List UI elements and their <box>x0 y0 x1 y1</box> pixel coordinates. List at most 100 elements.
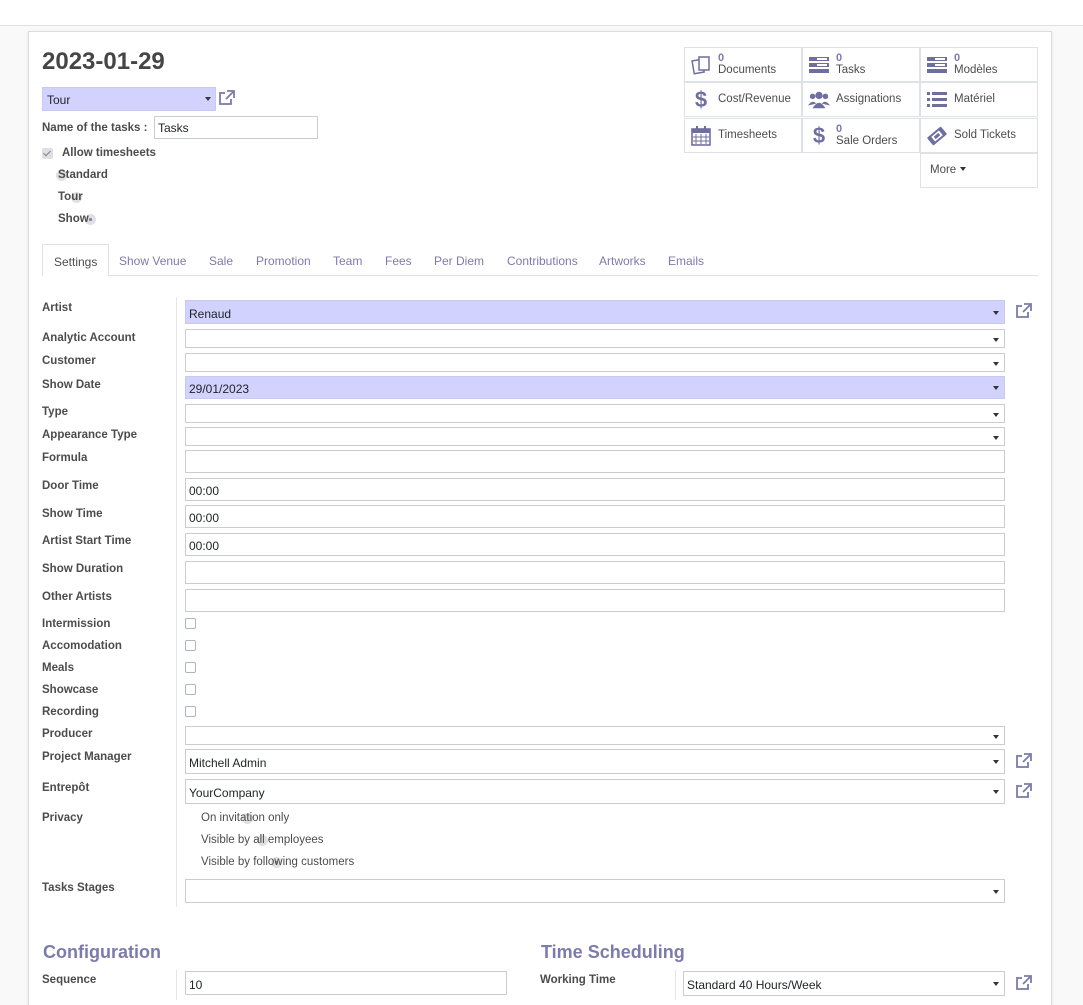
artist-value: Renaud <box>189 307 232 321</box>
tasks-stages-label: Tasks Stages <box>42 882 115 894</box>
working-time-select[interactable]: Standard 40 Hours/Week <box>683 971 1005 996</box>
door-time-label: Door Time <box>42 480 99 492</box>
more-button[interactable]: More <box>920 153 1038 188</box>
chevron-down-icon <box>993 311 999 315</box>
schedule-divider <box>675 970 676 1000</box>
artist-start-time-label: Artist Start Time <box>42 535 132 547</box>
tab-promotion[interactable]: Promotion <box>256 254 311 268</box>
modeles-button[interactable]: 0 Modèles <box>920 47 1038 82</box>
allow-timesheets-checkbox[interactable] <box>42 148 53 159</box>
external-link-icon[interactable] <box>1015 782 1033 800</box>
show-date-value: 29/01/2023 <box>189 382 250 396</box>
tasks-stages-select[interactable] <box>185 879 1005 903</box>
show-date-select[interactable]: 29/01/2023 <box>185 376 1005 399</box>
privacy-option-customers: Visible by following customers <box>201 856 355 868</box>
appearance-type-select[interactable] <box>185 427 1005 446</box>
show-time-input[interactable]: 00:00 <box>185 505 1005 528</box>
show-duration-input[interactable] <box>185 561 1005 584</box>
door-time-input[interactable]: 00:00 <box>185 478 1005 501</box>
sequence-input[interactable]: 10 <box>185 971 507 995</box>
chevron-down-icon <box>993 982 999 986</box>
project-manager-select[interactable]: Mitchell Admin <box>185 749 1005 774</box>
formula-input[interactable] <box>185 450 1005 473</box>
producer-label: Producer <box>42 728 93 740</box>
customer-select[interactable] <box>185 353 1005 372</box>
materiel-button[interactable]: Matériel <box>920 82 1038 117</box>
show-duration-label: Show Duration <box>42 563 124 575</box>
documents-count: 0 <box>718 52 725 64</box>
sold-tickets-label: Sold Tickets <box>954 129 1016 141</box>
external-link-icon[interactable] <box>1015 752 1033 770</box>
meals-checkbox[interactable] <box>185 662 196 673</box>
config-divider <box>176 970 177 1000</box>
show-time-label: Show Time <box>42 508 103 520</box>
tab-settings[interactable]: Settings <box>42 244 110 277</box>
chevron-down-icon <box>993 760 999 764</box>
tab-per-diem[interactable]: Per Diem <box>434 254 484 268</box>
tab-team[interactable]: Team <box>333 254 362 268</box>
appearance-type-label: Appearance Type <box>42 429 138 441</box>
tab-sale[interactable]: Sale <box>209 254 233 268</box>
top-bar <box>0 0 1083 26</box>
assignations-label: Assignations <box>836 93 902 105</box>
artist-select[interactable]: Renaud <box>185 300 1005 324</box>
caret-down-icon <box>960 166 967 171</box>
cost-revenue-label: Cost/Revenue <box>718 93 791 105</box>
chevron-down-icon <box>993 790 999 794</box>
tab-fees[interactable]: Fees <box>385 254 412 268</box>
entrepot-select[interactable]: YourCompany <box>185 779 1005 804</box>
tasks-icon <box>808 54 830 76</box>
modeles-icon <box>926 54 948 76</box>
type-label: Type <box>42 406 68 418</box>
type-field-select[interactable] <box>185 404 1005 423</box>
intermission-checkbox[interactable] <box>185 618 196 629</box>
allow-timesheets-label: Allow timesheets <box>62 147 156 159</box>
modeles-count: 0 <box>954 52 961 64</box>
documents-label: Documents <box>718 64 777 76</box>
type-select[interactable]: Tour <box>42 87 216 111</box>
formula-label: Formula <box>42 452 88 464</box>
sequence-label: Sequence <box>42 974 97 986</box>
documents-button[interactable]: 0 Documents <box>684 47 802 82</box>
sale-orders-button[interactable]: $ 0 Sale Orders <box>802 118 920 153</box>
showcase-checkbox[interactable] <box>185 684 196 695</box>
tab-show-venue[interactable]: Show Venue <box>119 254 186 268</box>
record-title: 2023-01-29 <box>42 48 165 75</box>
accomodation-label: Accomodation <box>42 640 122 652</box>
tab-emails[interactable]: Emails <box>668 254 704 268</box>
tab-artworks[interactable]: Artworks <box>599 254 646 268</box>
chevron-down-icon <box>993 362 999 366</box>
assignations-button[interactable]: Assignations <box>802 82 920 117</box>
external-link-icon[interactable] <box>1015 974 1033 992</box>
producer-select[interactable] <box>185 726 1005 745</box>
tasks-button[interactable]: 0 Tasks <box>802 47 920 82</box>
other-artists-input[interactable] <box>185 589 1005 612</box>
working-time-value: Standard 40 Hours/Week <box>687 978 822 992</box>
show-date-label: Show Date <box>42 379 101 391</box>
tasks-count: 0 <box>836 52 843 64</box>
modeles-label: Modèles <box>954 64 998 76</box>
documents-icon <box>690 54 712 76</box>
artist-start-time-input[interactable]: 00:00 <box>185 533 1005 556</box>
external-link-icon[interactable] <box>218 89 236 107</box>
sold-tickets-button[interactable]: Sold Tickets <box>920 118 1038 153</box>
meals-label: Meals <box>42 662 74 674</box>
kind-label-show: Show <box>58 213 89 225</box>
privacy-option-invitation: On invitation only <box>201 812 290 824</box>
showcase-label: Showcase <box>42 684 99 696</box>
sale-orders-label: Sale Orders <box>836 135 898 147</box>
external-link-icon[interactable] <box>1015 302 1033 320</box>
chevron-down-icon <box>993 735 999 739</box>
analytic-account-label: Analytic Account <box>42 332 136 344</box>
tasks-name-input[interactable]: Tasks <box>154 116 318 139</box>
tab-contributions[interactable]: Contributions <box>507 254 578 268</box>
analytic-account-select[interactable] <box>185 329 1005 348</box>
timesheets-button[interactable]: Timesheets <box>684 118 802 153</box>
cost-revenue-button[interactable]: $ Cost/Revenue <box>684 82 802 117</box>
form-sheet: 2023-01-29 Tour Name of the tasks : Task… <box>28 31 1052 1005</box>
other-artists-label: Other Artists <box>42 591 112 603</box>
chevron-down-icon <box>993 890 999 894</box>
accomodation-checkbox[interactable] <box>185 640 196 651</box>
materiel-label: Matériel <box>954 93 995 105</box>
recording-checkbox[interactable] <box>185 706 196 717</box>
